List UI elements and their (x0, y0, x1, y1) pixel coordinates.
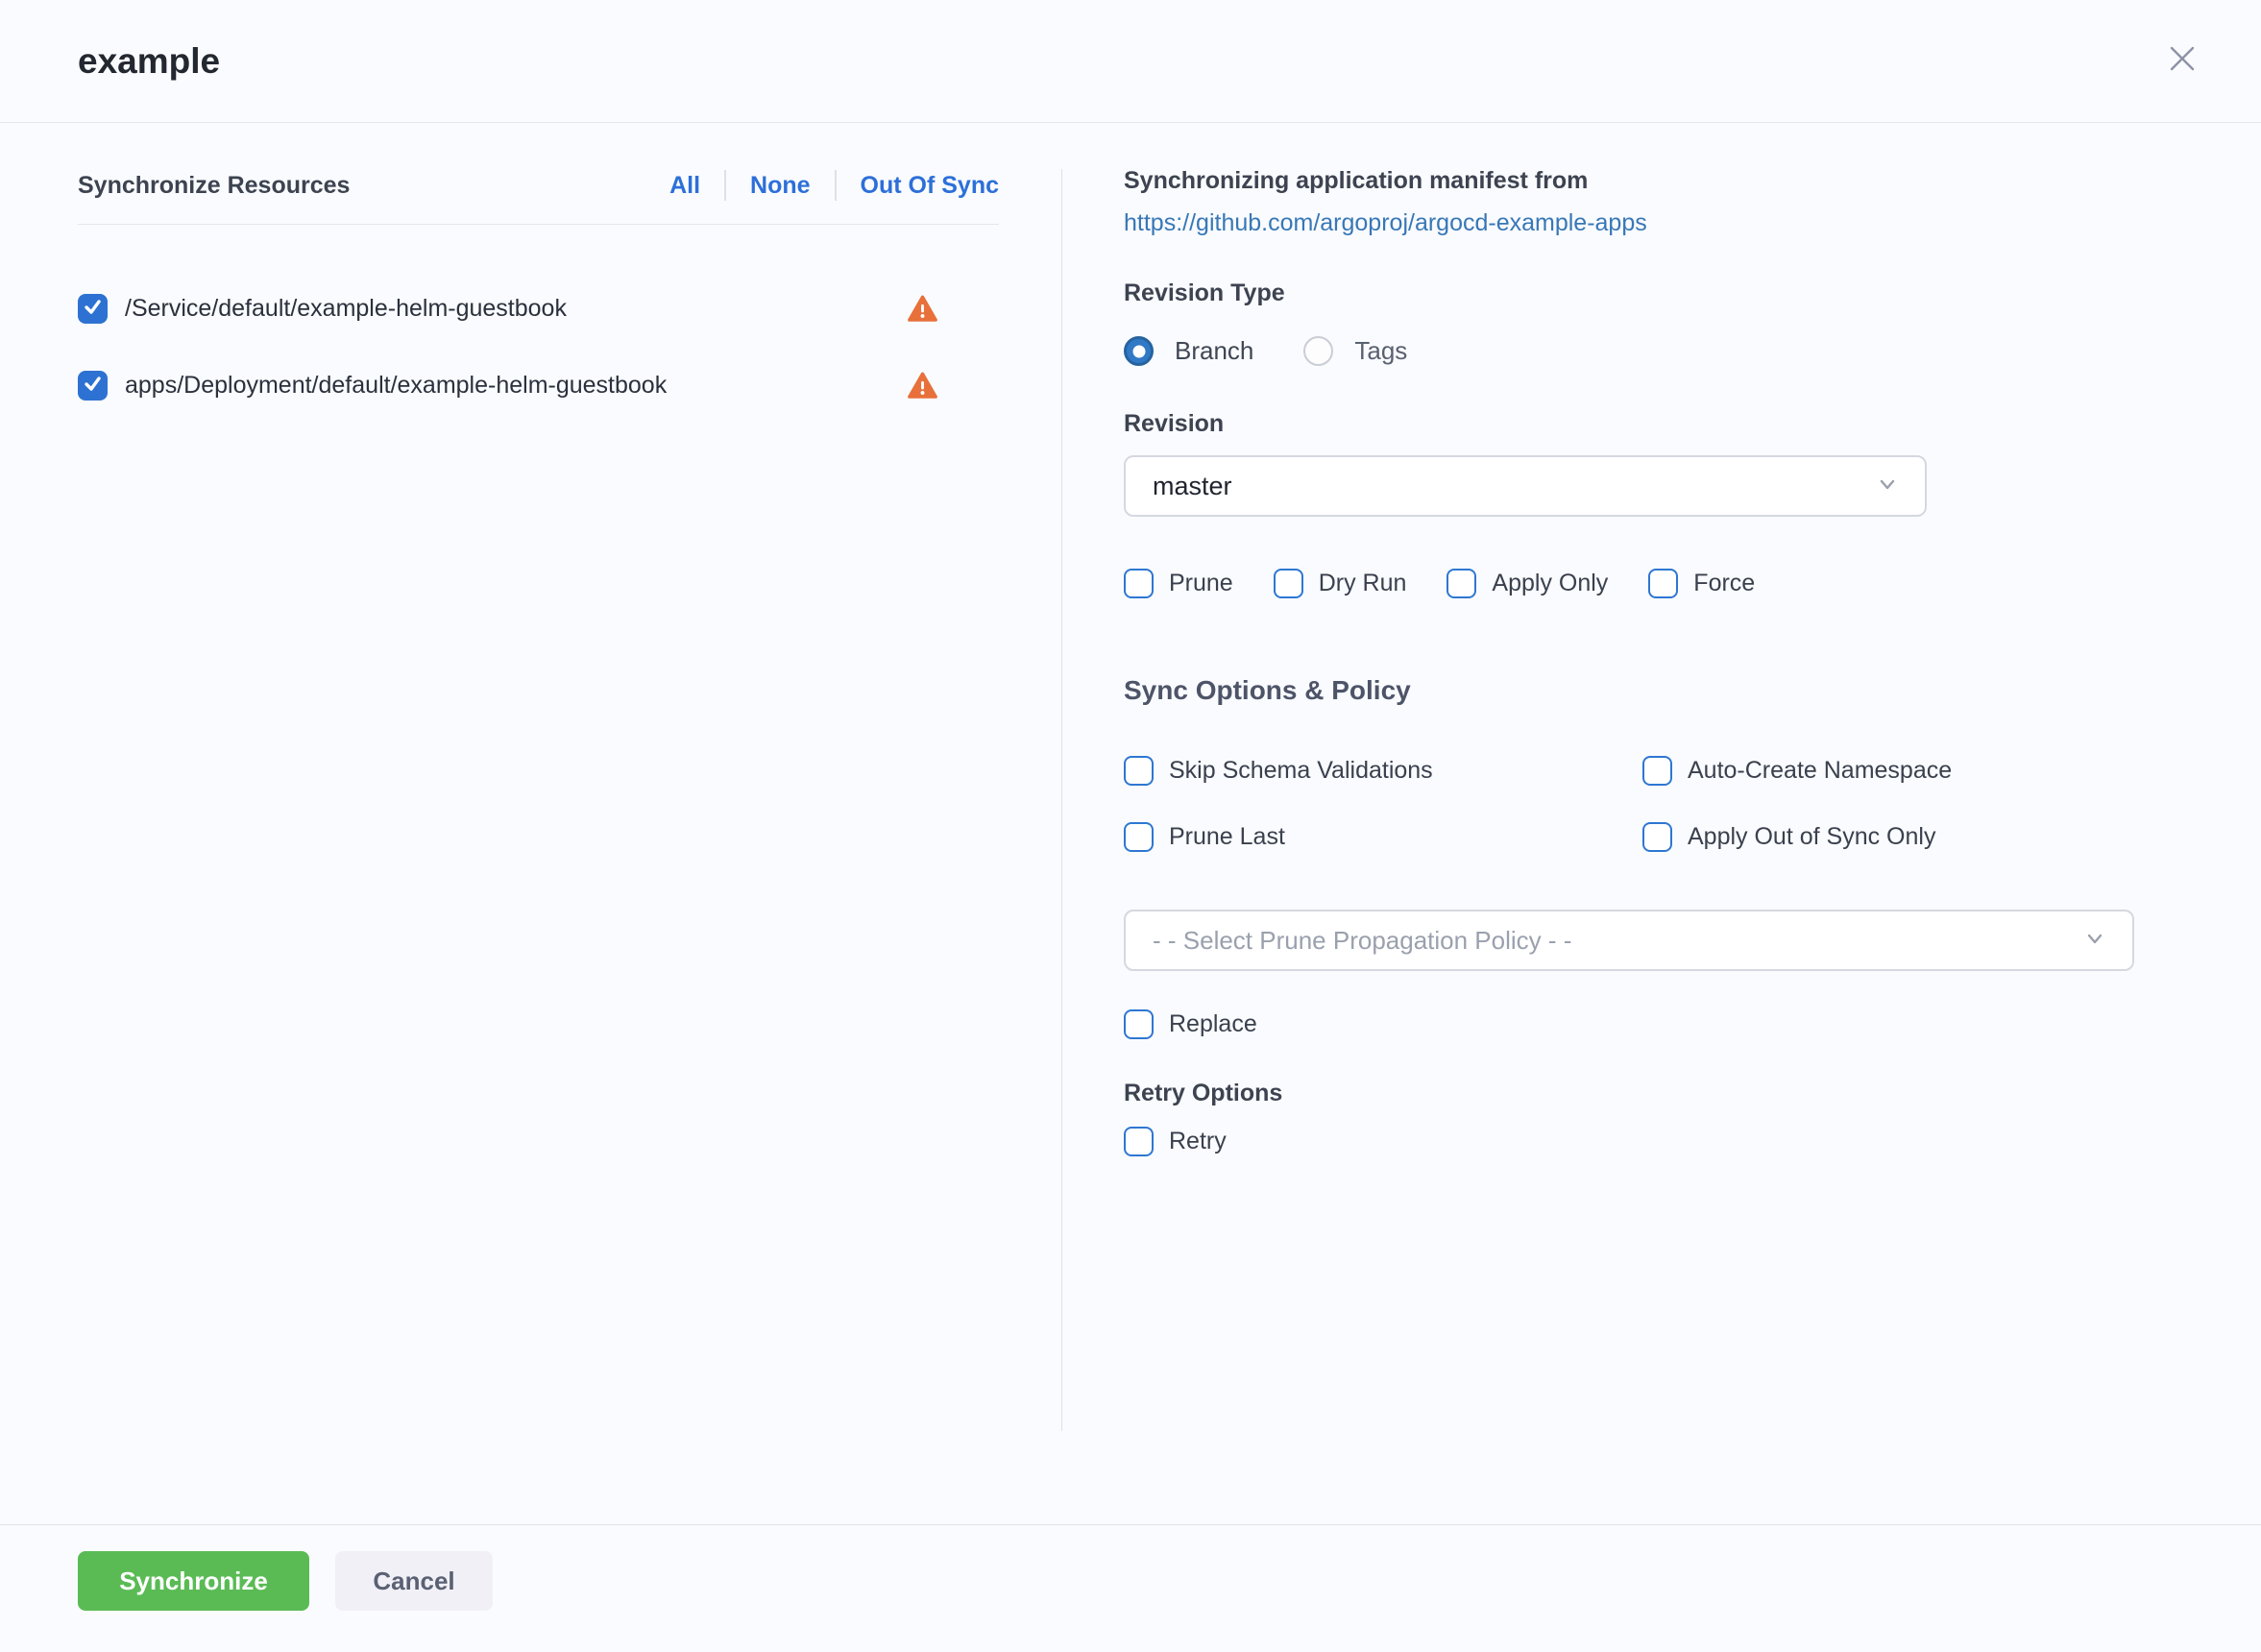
dialog-body: Synchronize Resources All None Out Of Sy… (0, 123, 2261, 1431)
warning-icon (908, 372, 937, 400)
apply-out-of-sync-only-label: Apply Out of Sync Only (1688, 823, 1935, 851)
retry-label: Retry (1169, 1128, 1227, 1155)
sync-dialog: example Synchronize Resources All None (0, 0, 2261, 1652)
chevron-down-icon (2082, 926, 2107, 956)
resources-header: Synchronize Resources All None Out Of Sy… (78, 170, 999, 225)
force-option: Force (1648, 569, 1755, 598)
prune-label: Prune (1169, 570, 1233, 597)
manifest-url-link[interactable]: https://github.com/argoproj/argocd-examp… (1124, 209, 1647, 237)
prune-last-option: Prune Last (1124, 822, 1642, 852)
resource-name: apps/Deployment/default/example-helm-gue… (125, 372, 667, 400)
synchronize-button[interactable]: Synchronize (78, 1551, 309, 1611)
apply-only-checkbox[interactable] (1447, 569, 1476, 598)
resource-row: apps/Deployment/default/example-helm-gue… (78, 371, 999, 401)
resource-row: /Service/default/example-helm-guestbook (78, 294, 999, 324)
dialog-header: example (0, 0, 2261, 123)
revision-type-options: Branch Tags (1124, 336, 2138, 366)
resource-name: /Service/default/example-helm-guestbook (125, 295, 567, 323)
prune-last-label: Prune Last (1169, 823, 1285, 851)
replace-checkbox[interactable] (1124, 1009, 1154, 1039)
dialog-footer: Synchronize Cancel (0, 1524, 2261, 1652)
prune-checkbox[interactable] (1124, 569, 1154, 598)
filter-none[interactable]: None (750, 172, 811, 200)
apply-out-of-sync-only-checkbox[interactable] (1642, 822, 1672, 852)
revision-select[interactable]: master (1124, 455, 1927, 517)
dry-run-checkbox[interactable] (1274, 569, 1303, 598)
retry-option: Retry (1124, 1127, 2138, 1156)
filter-separator (724, 170, 726, 201)
skip-schema-validations-option: Skip Schema Validations (1124, 756, 1642, 786)
prune-option: Prune (1124, 569, 1233, 598)
dry-run-option: Dry Run (1274, 569, 1407, 598)
filter-all[interactable]: All (669, 172, 700, 200)
sync-options-panel: Synchronizing application manifest from … (1062, 123, 2138, 1431)
auto-create-namespace-label: Auto-Create Namespace (1688, 757, 1952, 785)
branch-radio[interactable]: Branch (1124, 336, 1253, 366)
sync-options-heading: Sync Options & Policy (1124, 675, 2138, 706)
tags-radio-label: Tags (1354, 336, 1407, 366)
resource-checkbox[interactable] (78, 371, 108, 401)
replace-label: Replace (1169, 1010, 1257, 1038)
revision-label: Revision (1124, 410, 2138, 438)
force-checkbox[interactable] (1648, 569, 1678, 598)
radio-selected-icon (1124, 336, 1154, 366)
tags-radio[interactable]: Tags (1303, 336, 1407, 366)
sync-flags-row: Prune Dry Run Apply Only Force (1124, 569, 2138, 598)
check-icon (83, 297, 103, 322)
filter-separator (835, 170, 837, 201)
prune-last-checkbox[interactable] (1124, 822, 1154, 852)
resource-filters: All None Out Of Sync (669, 170, 999, 201)
revision-select-value: master (1153, 472, 1232, 501)
check-icon (83, 374, 103, 399)
dialog-title: example (78, 41, 220, 82)
apply-out-of-sync-only-option: Apply Out of Sync Only (1642, 822, 2138, 852)
skip-schema-validations-label: Skip Schema Validations (1169, 757, 1433, 785)
warning-icon (908, 295, 937, 323)
resource-checkbox[interactable] (78, 294, 108, 324)
close-button[interactable] (2163, 42, 2201, 81)
close-icon (2166, 42, 2199, 80)
cancel-button[interactable]: Cancel (335, 1551, 493, 1611)
resources-panel: Synchronize Resources All None Out Of Sy… (78, 123, 999, 1431)
replace-option: Replace (1124, 1009, 2138, 1039)
auto-create-namespace-checkbox[interactable] (1642, 756, 1672, 786)
revision-type-label: Revision Type (1124, 279, 2138, 307)
apply-only-label: Apply Only (1492, 570, 1608, 597)
filter-out-of-sync[interactable]: Out Of Sync (861, 172, 999, 200)
chevron-down-icon (1875, 472, 1900, 501)
branch-radio-label: Branch (1175, 336, 1253, 366)
auto-create-namespace-option: Auto-Create Namespace (1642, 756, 2138, 786)
resources-title: Synchronize Resources (78, 172, 350, 200)
prune-propagation-policy-select[interactable]: - - Select Prune Propagation Policy - - (1124, 910, 2134, 971)
prune-propagation-policy-placeholder: - - Select Prune Propagation Policy - - (1153, 926, 1571, 956)
sync-options-grid: Skip Schema Validations Auto-Create Name… (1124, 756, 2138, 852)
skip-schema-validations-checkbox[interactable] (1124, 756, 1154, 786)
apply-only-option: Apply Only (1447, 569, 1608, 598)
retry-checkbox[interactable] (1124, 1127, 1154, 1156)
retry-options-heading: Retry Options (1124, 1080, 2138, 1107)
radio-unselected-icon (1303, 336, 1333, 366)
manifest-label: Synchronizing application manifest from (1124, 167, 2138, 195)
dry-run-label: Dry Run (1319, 570, 1407, 597)
force-label: Force (1693, 570, 1755, 597)
